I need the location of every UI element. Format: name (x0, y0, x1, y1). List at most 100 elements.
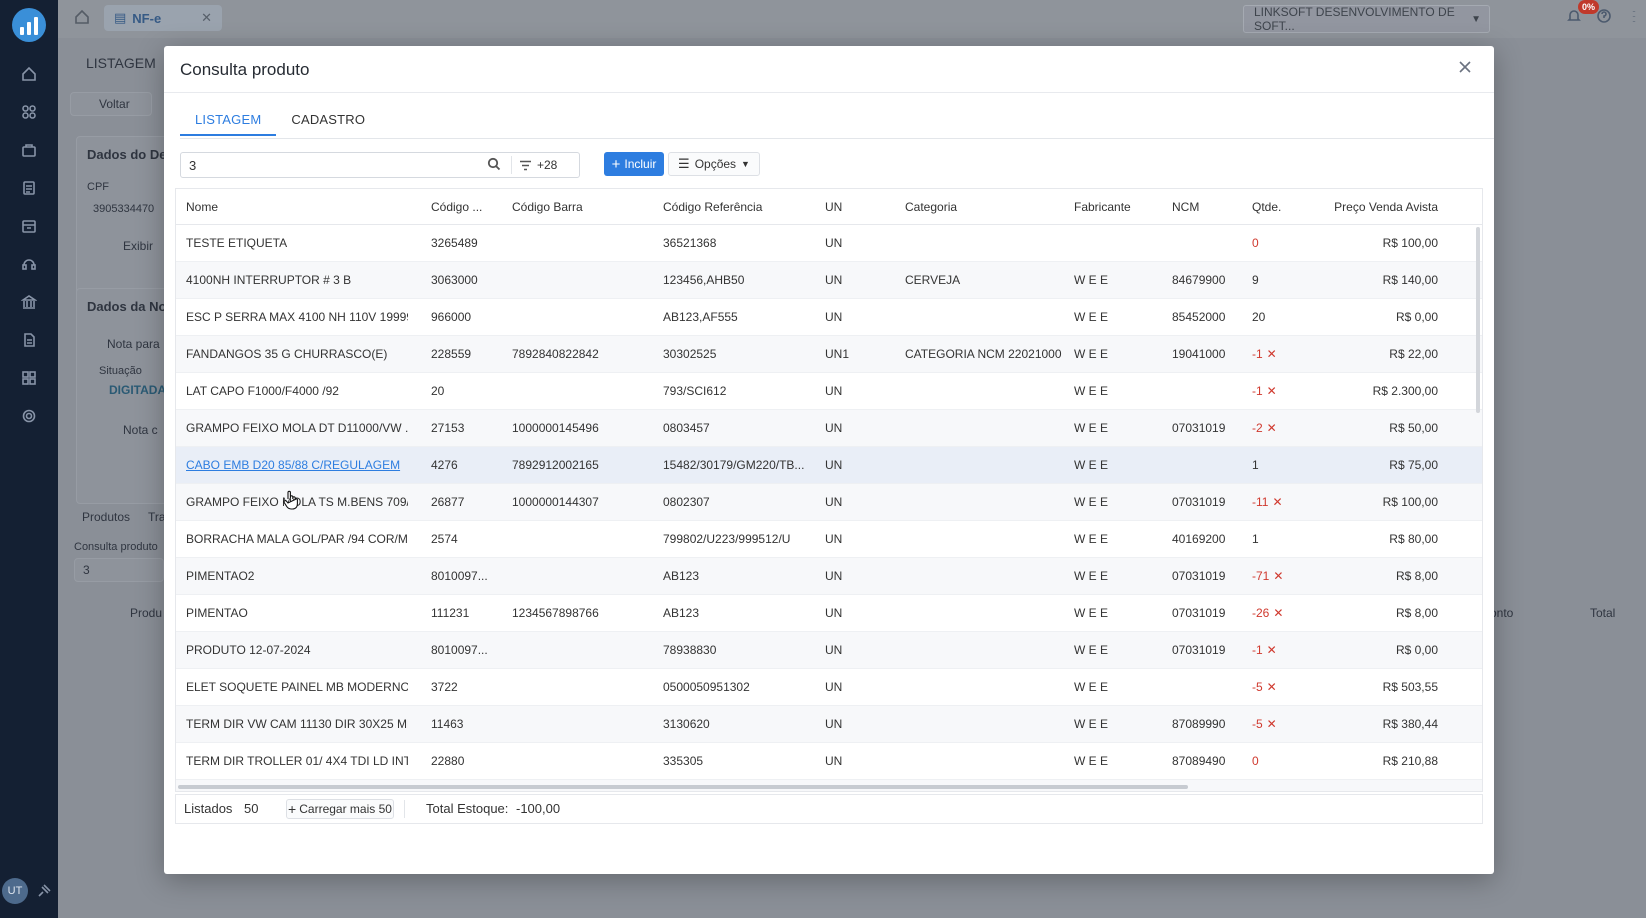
help-icon[interactable] (1596, 8, 1612, 24)
home-icon[interactable] (12, 60, 46, 88)
horizontal-scrollbar[interactable] (178, 785, 1188, 789)
company-select-value: LINKSOFT DESENVOLVIMENTO DE SOFT... (1254, 5, 1455, 33)
search-icon[interactable] (487, 157, 505, 175)
inventory-icon[interactable] (12, 212, 46, 240)
col-preco-venda[interactable]: Preço Venda Avista (1326, 189, 1438, 225)
col-nome[interactable]: Nome (186, 189, 408, 225)
bg-tab-other[interactable]: Tra (148, 510, 166, 524)
home-tab-icon[interactable] (74, 9, 94, 29)
table-row[interactable]: PIMENTAO2 8010097... AB123 UN W E E 07031019 -… (176, 558, 1482, 595)
bell-icon[interactable] (1566, 8, 1582, 24)
search-input[interactable] (181, 153, 481, 177)
table-row[interactable]: FANDANGOS 35 G CHURRASCO(E) 228559 7892840… (176, 336, 1482, 373)
pin-icon[interactable] (36, 883, 52, 899)
table-row[interactable]: GRAMPO FEIXO MOLA DT D11000/VW ... 27153 1… (176, 410, 1482, 447)
tab-cadastro[interactable]: CADASTRO (276, 104, 380, 136)
cell-categoria: CERVEJA (905, 273, 961, 287)
cell-categoria (905, 632, 1065, 669)
load-more-button[interactable]: + Carregar mais 50 (286, 799, 394, 819)
more-vertical-icon[interactable] (1626, 8, 1642, 24)
bg-tab-produtos[interactable]: Produtos (82, 510, 130, 524)
bg-back-button[interactable]: Voltar (70, 92, 152, 116)
col-codigo-barra[interactable]: Código Barra (512, 189, 652, 225)
qtde-value: -2 (1252, 421, 1263, 435)
cell-ncm: 87089490 (1172, 754, 1226, 768)
cell-codigo-referencia: 335305 (663, 754, 704, 768)
nfe-tab[interactable]: ▤ NF-e ✕ (104, 5, 222, 31)
company-select[interactable]: LINKSOFT DESENVOLVIMENTO DE SOFT... ▼ (1243, 5, 1490, 33)
bg-cpf-label: CPF (87, 181, 109, 193)
incluir-button[interactable]: + Incluir (604, 152, 664, 176)
bank-icon[interactable] (12, 288, 46, 316)
cell-codigo: 26877 (431, 495, 465, 509)
qtde-value: 9 (1252, 273, 1259, 287)
cell-fabricante: W E E (1074, 680, 1109, 694)
cell-codigo-barra (512, 262, 652, 299)
cell-un: UN (825, 569, 843, 583)
dashboard-icon[interactable] (12, 364, 46, 392)
qtde-value: 1 (1252, 458, 1259, 472)
cell-categoria (905, 373, 1065, 410)
listados-count: 50 (244, 801, 259, 816)
col-fabricante[interactable]: Fabricante (1074, 189, 1164, 225)
table-row[interactable]: TESTE ETIQUETA 3265489 36521368 UN 0 R$ 100,0… (176, 225, 1482, 262)
cell-preco: R$ 100,00 (1382, 236, 1438, 250)
settings-gear-icon[interactable] (12, 402, 46, 430)
opcoes-button[interactable]: ☰ Opções ▼ (668, 152, 760, 176)
cell-nome: 4100NH INTERRUPTOR # 3 B (186, 273, 352, 287)
cell-qtde: -1✕ (1252, 632, 1322, 669)
cell-ncm: 87089990 (1172, 717, 1226, 731)
opcoes-label: Opções (694, 157, 737, 171)
filter-button[interactable]: +28 (519, 155, 557, 175)
table-row[interactable]: BORRACHA MALA GOL/PAR /94 COR/M... 2574 79… (176, 521, 1482, 558)
table-row[interactable]: ESC P SERRA MAX 4100 NH 110V 19999... 966… (176, 299, 1482, 336)
user-avatar[interactable]: UT (2, 878, 28, 904)
col-un[interactable]: UN (825, 189, 895, 225)
table-row[interactable]: PRODUTO 12-07-2024 8010097... 78938830 UN W … (176, 632, 1482, 669)
table-row[interactable]: TERM DIR TROLLER 01/ 4X4 TDI LD INT 22880… (176, 743, 1482, 780)
bag-icon[interactable] (12, 136, 46, 164)
chevron-down-icon: ▼ (741, 159, 750, 169)
negative-stock-icon: ✕ (1266, 347, 1277, 361)
cell-codigo: 8010097... (431, 569, 488, 583)
bg-listagem-tab[interactable]: LISTAGEM (86, 55, 156, 71)
cell-un: UN (825, 421, 843, 435)
table-row[interactable]: 4100NH INTERRUPTOR # 3 B 3063000 123456,AH… (176, 262, 1482, 299)
cell-qtde: -2 ✕ (1252, 410, 1322, 447)
close-icon[interactable] (1456, 58, 1478, 80)
cell-codigo-barra (512, 558, 652, 595)
col-codigo[interactable]: Código ... (431, 189, 501, 225)
chevron-down-icon: ▼ (1471, 13, 1481, 25)
app-logo-icon[interactable] (12, 8, 46, 42)
modules-icon[interactable] (12, 98, 46, 126)
cell-preco: R$ 380,44 (1382, 717, 1438, 731)
table-row[interactable]: GRAMPO FEIXO MOLA TS M.BENS 709/... 26877… (176, 484, 1482, 521)
support-icon[interactable] (12, 250, 46, 278)
table-row[interactable]: LAT CAPO F1000/F4000 /92 20 793/SCI612 UN W … (176, 373, 1482, 410)
cell-codigo-referencia: 0802307 (663, 495, 710, 509)
total-estoque-value: -100,00 (516, 801, 561, 816)
vertical-scrollbar[interactable] (1476, 227, 1480, 413)
bg-consulta-input[interactable]: 3 (74, 558, 164, 582)
cell-codigo-referencia: AB123 (663, 606, 700, 620)
table-row[interactable]: ELET SOQUETE PAINEL MB MODERNO PQ 3722 050… (176, 669, 1482, 706)
cell-qtde: -1✕ (1252, 780, 1322, 791)
cell-nome[interactable]: CABO EMB D20 85/88 C/REGULAGEM (186, 447, 408, 484)
col-codigo-referencia[interactable]: Código Referência (663, 189, 813, 225)
tab-listagem[interactable]: LISTAGEM (180, 104, 277, 136)
cell-preco: R$ 22,00 (1389, 347, 1438, 361)
cell-preco: R$ 75,00 (1389, 458, 1438, 472)
qtde-value: -26 (1252, 606, 1270, 620)
negative-stock-icon: ✕ (1266, 421, 1277, 435)
col-categoria[interactable]: Categoria (905, 189, 1065, 225)
cell-categoria (905, 299, 1065, 336)
col-ncm[interactable]: NCM (1172, 189, 1242, 225)
table-row[interactable]: PIMENTAO 111231 1234567898766 AB123 UN W E E 0… (176, 595, 1482, 632)
table-row[interactable]: TERM DIR VW CAM 11130 DIR 30X25 MM 11463 3… (176, 706, 1482, 743)
report-icon[interactable] (12, 174, 46, 202)
qtde-value: -11 (1252, 495, 1269, 509)
close-tab-icon[interactable]: ✕ (201, 10, 212, 26)
col-qtde[interactable]: Qtde. (1252, 189, 1322, 225)
table-row[interactable]: CABO EMB D20 85/88 C/REGULAGEM 4276 789291… (176, 447, 1482, 484)
document-icon[interactable] (12, 326, 46, 354)
